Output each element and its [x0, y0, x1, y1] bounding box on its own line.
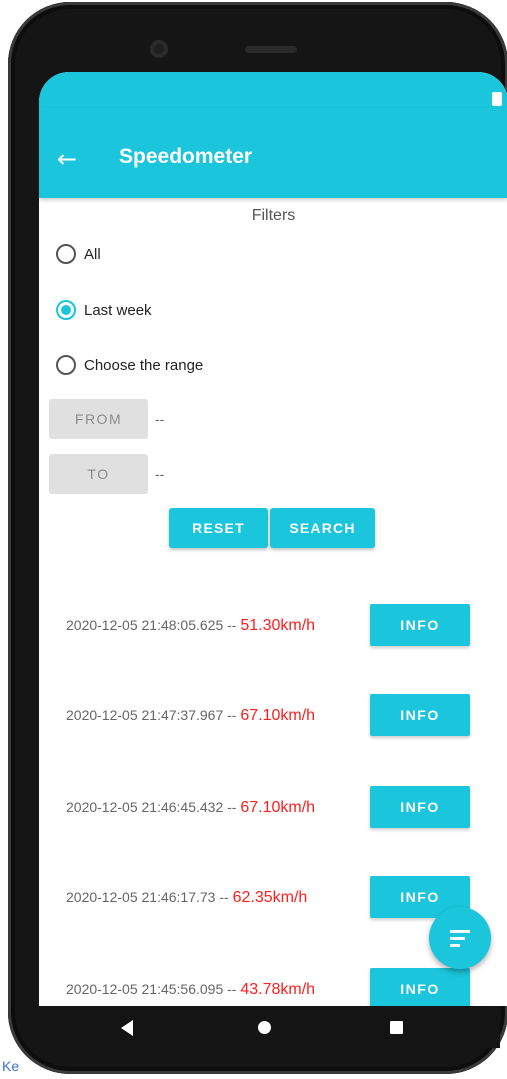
app-screen: ← Speedometer Filters All Last week Choo…: [39, 72, 507, 1006]
radio-choose-range-circle[interactable]: [56, 355, 76, 375]
record-timestamp: 2020-12-05 21:48:05.625: [66, 617, 224, 633]
record-timestamp: 2020-12-05 21:45:56.095: [66, 981, 224, 997]
from-button[interactable]: FROM: [49, 399, 148, 439]
record-speed: 51.30km/h: [240, 617, 316, 634]
radio-last-week-circle[interactable]: [56, 300, 76, 320]
record-speed: 67.10km/h: [240, 707, 316, 724]
record-text: 2020-12-05 21:46:17.73 -- 62.35km/h: [66, 889, 307, 907]
nav-back-icon[interactable]: [121, 1020, 133, 1036]
search-button[interactable]: SEARCH: [270, 508, 375, 548]
to-value: --: [155, 466, 165, 482]
record-separator: --: [219, 889, 229, 905]
corner-text: Ke: [0, 1058, 22, 1074]
filter-fab-button[interactable]: [429, 907, 491, 969]
radio-choose-range[interactable]: Choose the range: [56, 353, 203, 377]
radio-last-week-label: Last week: [84, 301, 152, 319]
radio-last-week[interactable]: Last week: [56, 298, 152, 322]
nav-recents-icon[interactable]: [390, 1021, 403, 1034]
record-text: 2020-12-05 21:47:37.967 -- 67.10km/h: [66, 707, 315, 725]
record-timestamp: 2020-12-05 21:46:17.73: [66, 889, 216, 905]
list-item: 2020-12-05 21:45:56.095 -- 43.78km/h INF…: [39, 968, 507, 1006]
record-separator: --: [227, 707, 237, 723]
battery-icon: [492, 92, 502, 106]
list-item: 2020-12-05 21:48:05.625 -- 51.30km/h INF…: [39, 604, 507, 646]
filter-list-icon: [450, 930, 470, 947]
record-separator: --: [227, 981, 237, 997]
to-button[interactable]: TO: [49, 454, 148, 494]
phone-frame: ← Speedometer Filters All Last week Choo…: [8, 2, 507, 1074]
info-button[interactable]: INFO: [370, 604, 470, 646]
record-text: 2020-12-05 21:46:45.432 -- 67.10km/h: [66, 799, 315, 817]
info-button[interactable]: INFO: [370, 694, 470, 736]
radio-all-circle[interactable]: [56, 244, 76, 264]
record-text: 2020-12-05 21:48:05.625 -- 51.30km/h: [66, 617, 315, 635]
record-speed: 67.10km/h: [240, 799, 316, 816]
reset-button[interactable]: RESET: [169, 508, 268, 548]
info-button[interactable]: INFO: [370, 786, 470, 828]
back-arrow-icon[interactable]: ←: [57, 147, 81, 171]
record-timestamp: 2020-12-05 21:46:45.432: [66, 799, 224, 815]
radio-all[interactable]: All: [56, 242, 101, 266]
record-speed: 62.35km/h: [232, 889, 308, 906]
status-bar: [39, 72, 507, 108]
record-separator: --: [227, 617, 237, 633]
record-speed: 43.78km/h: [240, 981, 316, 998]
app-bar: ← Speedometer: [39, 108, 507, 198]
record-timestamp: 2020-12-05 21:47:37.967: [66, 707, 224, 723]
list-item: 2020-12-05 21:46:45.432 -- 67.10km/h INF…: [39, 786, 507, 828]
speaker-grille: [245, 46, 297, 53]
record-separator: --: [227, 799, 237, 815]
from-value: --: [155, 411, 165, 427]
page-title: Speedometer: [119, 145, 253, 168]
radio-choose-range-label: Choose the range: [84, 356, 204, 374]
nav-home-icon[interactable]: [258, 1021, 271, 1034]
radio-all-label: All: [84, 245, 101, 263]
filters-heading: Filters: [251, 207, 296, 224]
system-nav-bar: [31, 1006, 500, 1048]
camera-icon: [150, 40, 168, 58]
record-text: 2020-12-05 21:45:56.095 -- 43.78km/h: [66, 981, 315, 999]
info-button[interactable]: INFO: [370, 968, 470, 1006]
list-item: 2020-12-05 21:47:37.967 -- 67.10km/h INF…: [39, 694, 507, 736]
